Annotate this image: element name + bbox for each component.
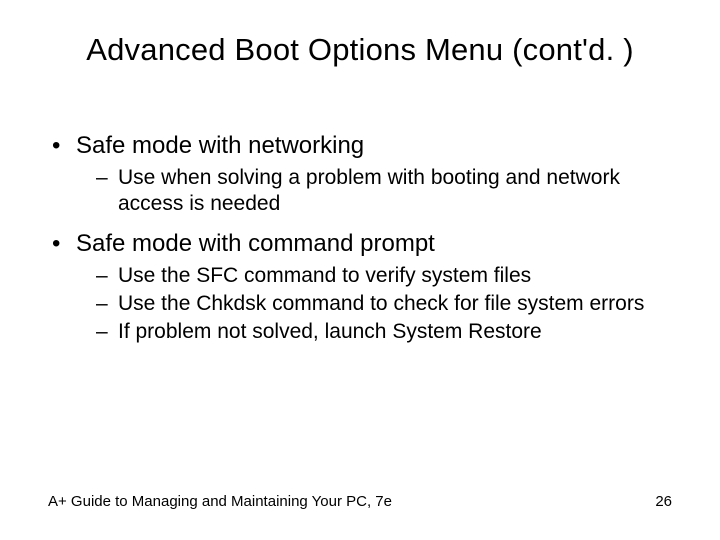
list-item: Use the SFC command to verify system fil…: [96, 263, 672, 289]
bullet-text: Safe mode with command prompt: [76, 230, 435, 257]
sub-list: Use the SFC command to verify system fil…: [76, 263, 672, 346]
list-item: Safe mode with networking Use when solvi…: [48, 130, 672, 218]
footer-text: A+ Guide to Managing and Maintaining You…: [48, 493, 392, 510]
slide: Advanced Boot Options Menu (cont'd. ) Sa…: [0, 0, 720, 540]
bullet-text: If problem not solved, launch System Res…: [118, 320, 542, 343]
bullet-text: Use the SFC command to verify system fil…: [118, 264, 531, 287]
bullet-list: Safe mode with networking Use when solvi…: [48, 130, 672, 346]
list-item: Safe mode with command prompt Use the SF…: [48, 228, 672, 346]
sub-list: Use when solving a problem with booting …: [76, 165, 672, 218]
list-item: Use the Chkdsk command to check for file…: [96, 291, 672, 317]
bullet-text: Safe mode with networking: [76, 132, 364, 159]
bullet-text: Use the Chkdsk command to check for file…: [118, 292, 644, 315]
list-item: Use when solving a problem with booting …: [96, 165, 672, 218]
list-item: If problem not solved, launch System Res…: [96, 319, 672, 345]
page-number: 26: [655, 493, 672, 510]
slide-content: Safe mode with networking Use when solvi…: [48, 130, 672, 356]
bullet-text: Use when solving a problem with booting …: [118, 166, 620, 215]
slide-title: Advanced Boot Options Menu (cont'd. ): [0, 32, 720, 68]
